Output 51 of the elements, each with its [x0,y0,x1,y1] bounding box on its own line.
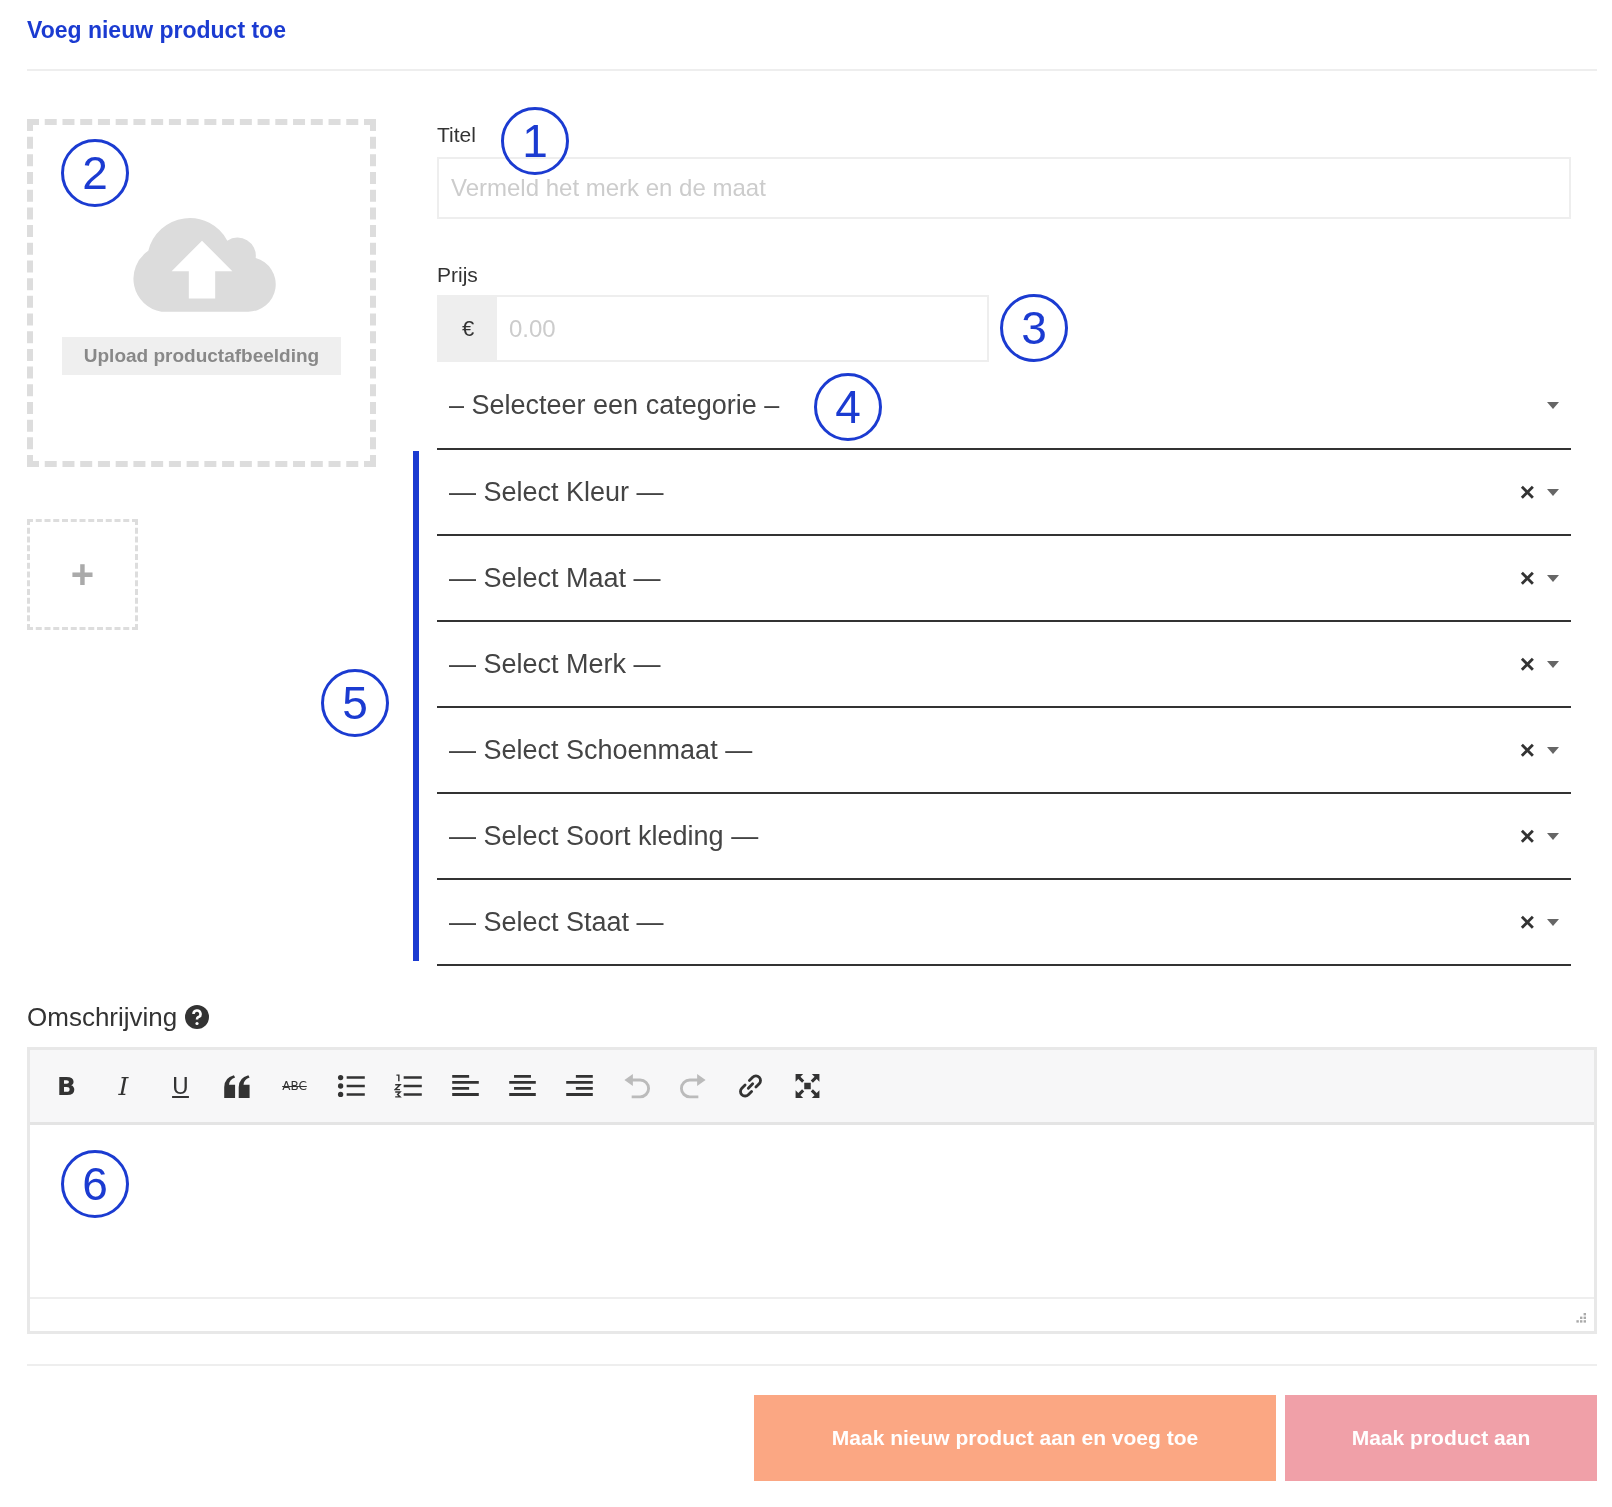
clear-button[interactable]: × [1519,477,1535,508]
caret-icon [1547,489,1559,496]
callout-number: 5 [321,669,389,737]
clear-button[interactable]: × [1519,649,1535,680]
select-value: — Select Maat — [449,563,661,594]
align-right-icon[interactable] [565,1073,594,1099]
select-value: — Select Schoenmaat — [449,735,753,766]
field-label: Omschrijving [27,1001,178,1033]
bold-button[interactable]: B [52,1071,81,1101]
callout-number: 4 [814,373,882,441]
attribute-select[interactable]: — Select Maat — × [437,537,1571,622]
callout-number: 6 [61,1150,129,1218]
clear-button[interactable]: × [1519,735,1535,766]
select-value: – Selecteer een categorie – [449,389,780,421]
caret-icon [1547,401,1559,409]
quote-icon[interactable] [223,1073,252,1099]
align-left-icon[interactable] [451,1073,480,1099]
strikethrough-button[interactable]: ABC [280,1079,309,1093]
select-value: — Select Soort kleding — [449,821,759,852]
resize-grip-icon [1574,1313,1586,1325]
link-icon[interactable] [736,1073,765,1099]
underline-button[interactable]: U [166,1073,195,1099]
select-value: — Select Kleur — [449,477,664,508]
align-center-icon[interactable] [508,1073,537,1099]
clear-button[interactable]: × [1519,907,1535,938]
caret-icon [1547,919,1559,926]
attribute-select[interactable]: — Select Schoenmaat — × [437,709,1571,794]
clear-button[interactable]: × [1519,563,1535,594]
caret-icon [1547,661,1559,668]
attribute-select[interactable]: — Select Merk — × [437,623,1571,708]
page-title: Voeg nieuw product toe [27,16,286,45]
caret-icon [1547,575,1559,582]
clear-button[interactable]: × [1519,821,1535,852]
callout-number: 2 [61,139,129,207]
attribute-select[interactable]: — Select Soort kleding — × [437,795,1571,880]
caret-icon [1547,833,1559,840]
callout-number: 1 [501,107,569,175]
attribute-select[interactable]: — Select Kleur — × [437,451,1571,536]
numbered-list-icon[interactable] [394,1073,423,1099]
italic-button[interactable]: I [109,1071,138,1101]
field-label: Prijs [437,263,478,288]
bullet-list-icon[interactable] [337,1073,366,1099]
currency-prefix: € [439,297,497,360]
callout-number: 3 [1000,294,1068,362]
caret-icon [1547,747,1559,754]
field-label: Titel [437,123,476,148]
fullscreen-icon[interactable] [793,1073,822,1099]
attribute-select[interactable]: — Select Staat — × [437,881,1571,966]
select-value: — Select Merk — [449,649,661,680]
select-value: — Select Staat — [449,907,664,938]
help-icon [185,1005,210,1029]
